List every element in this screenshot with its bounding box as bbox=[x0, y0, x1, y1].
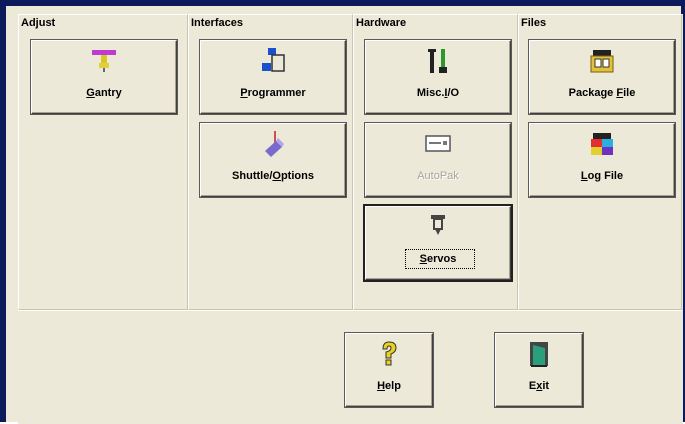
gantry-icon bbox=[92, 50, 116, 72]
programmer-icon bbox=[262, 48, 285, 72]
gantry-label: Gantry bbox=[86, 87, 122, 99]
bottom-button-area: Help Exit bbox=[18, 310, 682, 420]
help-label: Help bbox=[377, 380, 401, 392]
gantry-button[interactable]: Gantry bbox=[31, 40, 177, 114]
misc-io-button[interactable]: Misc.I/O bbox=[365, 40, 511, 114]
log-file-label: Log File bbox=[580, 170, 624, 182]
help-button[interactable]: Help bbox=[345, 333, 433, 407]
files-group-title: Files bbox=[521, 17, 547, 29]
help-icon bbox=[382, 341, 397, 366]
autopak-icon bbox=[425, 135, 451, 152]
autopak-label: AutoPak bbox=[417, 170, 459, 182]
button-panel: Adjust Gantry Interfaces Programmer Shut… bbox=[18, 14, 683, 424]
exit-button[interactable]: Exit bbox=[495, 333, 583, 407]
servos-label: Servos bbox=[419, 253, 457, 265]
package-file-label: Package File bbox=[568, 87, 636, 99]
io-icon bbox=[428, 49, 447, 73]
hardware-group: Hardware Misc.I/O AutoPak Servos bbox=[353, 14, 518, 310]
interfaces-group-title: Interfaces bbox=[191, 17, 243, 29]
shuttle-options-label: Shuttle/Options bbox=[232, 170, 314, 182]
servo-icon bbox=[431, 215, 445, 235]
misc-io-label: Misc.I/O bbox=[416, 87, 460, 99]
exit-icon bbox=[530, 342, 548, 367]
servos-button[interactable]: Servos bbox=[365, 206, 511, 280]
package-file-icon bbox=[590, 50, 614, 73]
package-file-button[interactable]: Package File bbox=[529, 40, 675, 114]
main-window: Adjust Gantry Interfaces Programmer Shut… bbox=[0, 0, 685, 424]
log-file-icon bbox=[591, 133, 613, 155]
programmer-label: Programmer bbox=[240, 87, 306, 99]
adjust-group-title: Adjust bbox=[21, 17, 56, 29]
programmer-button[interactable]: Programmer bbox=[200, 40, 346, 114]
shuttle-icon bbox=[265, 131, 284, 157]
shuttle-options-button[interactable]: Shuttle/Options bbox=[200, 123, 346, 197]
hardware-group-title: Hardware bbox=[356, 17, 407, 29]
files-group: Files Package File Log File bbox=[518, 14, 682, 310]
autopak-button[interactable]: AutoPak bbox=[365, 123, 511, 197]
log-file-button[interactable]: Log File bbox=[529, 123, 675, 197]
exit-label: Exit bbox=[528, 380, 550, 392]
adjust-group: Adjust Gantry bbox=[18, 14, 188, 310]
interfaces-group: Interfaces Programmer Shuttle/Options bbox=[188, 14, 353, 310]
